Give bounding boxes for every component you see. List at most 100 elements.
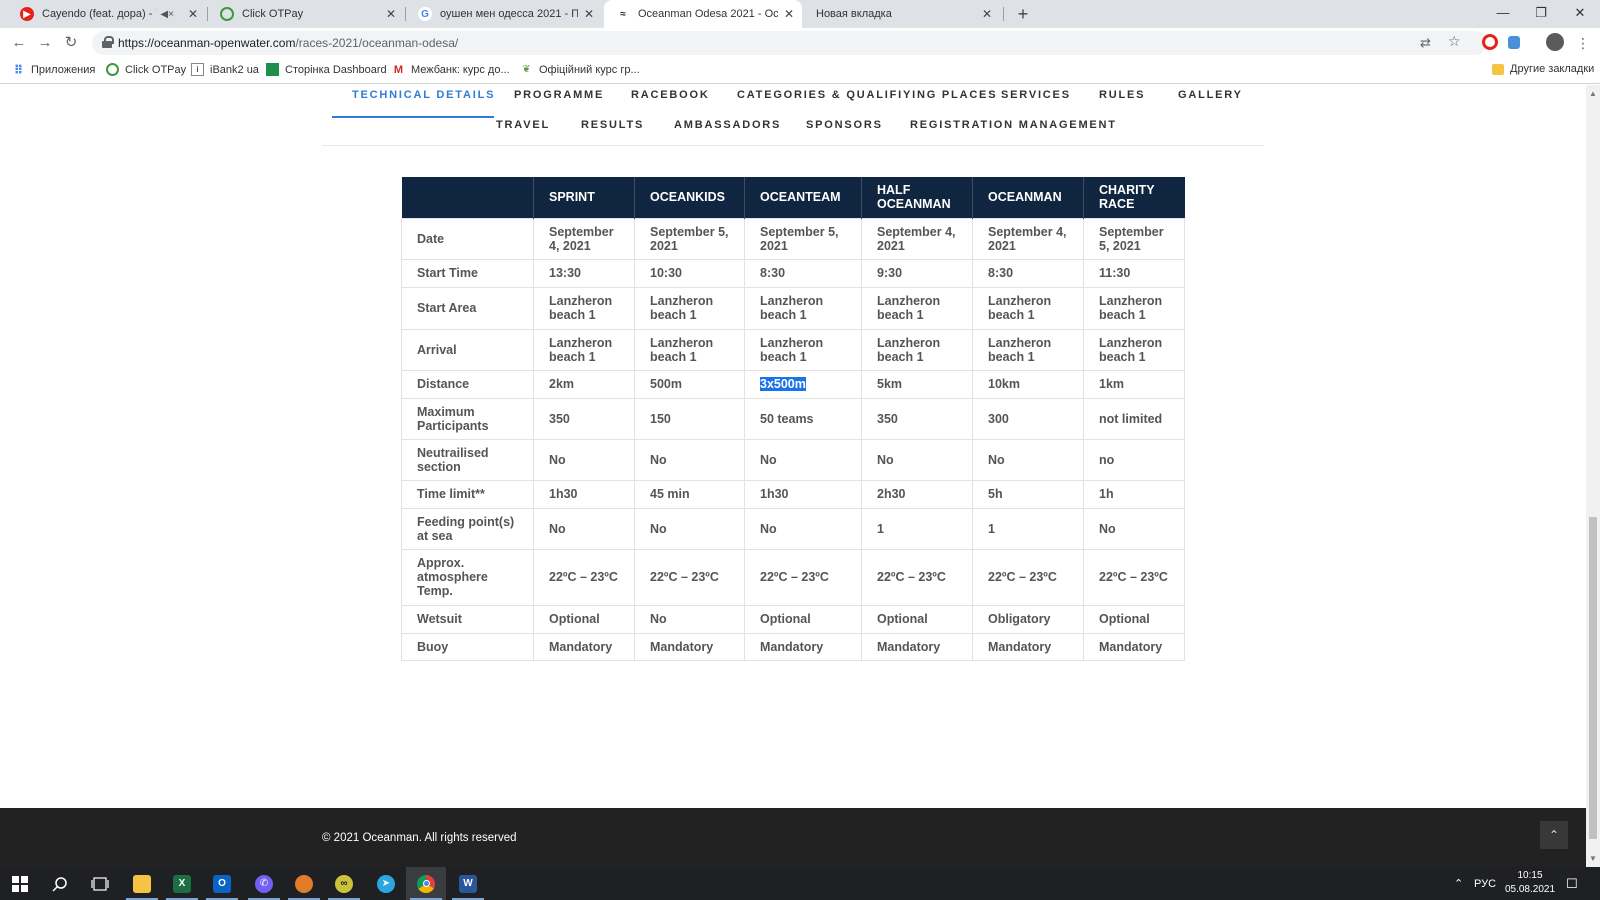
nav-racebook[interactable]: RACEBOOK xyxy=(631,89,710,101)
taskbar-chrome[interactable] xyxy=(406,867,446,900)
reload-icon[interactable]: ↻ xyxy=(60,33,82,53)
otpay-icon xyxy=(106,63,119,76)
word-icon: W xyxy=(459,874,477,893)
table-cell: Lanzheron beach 1 xyxy=(972,286,1084,330)
ibank-icon: i xyxy=(191,63,204,76)
browser-toolbar: ← → ↻ https://oceanman-openwater.com/rac… xyxy=(0,28,1600,58)
avatar[interactable] xyxy=(1546,33,1564,51)
row-label: Buoy xyxy=(401,632,534,661)
opera-extension-icon[interactable] xyxy=(1482,34,1498,50)
url-text[interactable]: https://oceanman-openwater.com/races-202… xyxy=(118,36,458,50)
table-cell: 3x500m xyxy=(744,369,862,399)
nav-categories[interactable]: CATEGORIES & QUALIFIYING PLACES xyxy=(737,89,997,101)
close-icon[interactable]: ✕ xyxy=(188,7,198,21)
bookmark-other-folder[interactable]: Другие закладки xyxy=(1492,63,1594,75)
nav-registration-management[interactable]: REGISTRATION MANAGEMENT xyxy=(910,119,1117,131)
page-scrollbar[interactable]: ▲ ▼ xyxy=(1586,85,1600,867)
bookmark-star-icon[interactable]: ☆ xyxy=(1448,33,1461,50)
taskbar-excel[interactable]: X xyxy=(162,867,202,900)
close-icon[interactable]: ✕ xyxy=(784,7,794,21)
menu-kebab-icon[interactable]: ⋮ xyxy=(1572,33,1594,53)
nav-technical-details[interactable]: TECHNICAL DETAILS xyxy=(352,89,495,101)
notification-icon[interactable]: ☐ xyxy=(1566,867,1578,900)
row-label: Distance xyxy=(401,369,534,399)
apps-grid-icon: ⠿ xyxy=(13,62,24,77)
chrome-icon xyxy=(417,874,435,893)
new-tab-button[interactable]: + xyxy=(1012,3,1034,25)
nav-sponsors[interactable]: SPONSORS xyxy=(806,119,883,131)
bookmark-mezhbank[interactable]: M Межбанк: курс до... xyxy=(392,63,510,76)
tab-oceanman-odesa[interactable]: ≈ Oceanman Odesa 2021 - Oceanman ✕ xyxy=(604,0,802,28)
nav-travel[interactable]: TRAVEL xyxy=(496,119,550,131)
table-cell: 2h30 xyxy=(861,479,973,509)
back-to-top-button[interactable]: ⌃ xyxy=(1540,821,1568,849)
bookmark-click-otpay[interactable]: Click OTPay xyxy=(106,63,186,76)
nav-results[interactable]: RESULTS xyxy=(581,119,644,131)
task-view-button[interactable] xyxy=(80,867,120,900)
nav-ambassadors[interactable]: AMBASSADORS xyxy=(674,119,781,131)
taskbar-app-5[interactable] xyxy=(284,867,324,900)
table-header-sprint: SPRINT xyxy=(533,177,635,218)
minimize-button[interactable]: — xyxy=(1484,0,1522,28)
translate-icon[interactable]: ⇄ xyxy=(1420,35,1431,51)
scrollbar-thumb[interactable] xyxy=(1589,517,1597,839)
nav-programme[interactable]: PROGRAMME xyxy=(514,89,604,101)
speaker-muted-icon[interactable]: ◀× xyxy=(160,9,174,20)
technical-details-table: SPRINT OCEANKIDS OCEANTEAM HALF OCEANMAN… xyxy=(401,177,1185,661)
table-body: Date September 4, 2021 September 5, 2021 Se… xyxy=(401,217,1185,661)
tab-youtube[interactable]: ▶ Cayendo (feat. дора) - YouTube ◀× ✕ xyxy=(8,0,206,28)
table-header-charity-race: CHARITY RACE xyxy=(1083,177,1185,218)
table-cell: Mandatory xyxy=(972,632,1084,661)
google-icon: G xyxy=(418,7,432,21)
nav-rules[interactable]: RULES xyxy=(1099,89,1145,101)
address-bar[interactable]: https://oceanman-openwater.com/races-202… xyxy=(92,31,1487,55)
lock-icon[interactable] xyxy=(102,36,114,48)
tab-title: оушен мен одесса 2021 - Пошук xyxy=(440,8,578,20)
search-button[interactable] xyxy=(40,867,80,900)
nav-services[interactable]: SERVICES xyxy=(1001,89,1071,101)
row-label: Time limit** xyxy=(401,479,534,509)
table-cell: September 5, 2021 xyxy=(744,217,862,260)
tray-chevron-up-icon[interactable]: ⌃ xyxy=(1454,867,1463,900)
bookmark-dashboard[interactable]: Сторінка Dashboard xyxy=(266,63,387,76)
taskbar-file-explorer[interactable] xyxy=(122,867,162,900)
language-indicator[interactable]: РУС xyxy=(1474,867,1496,900)
youtube-icon: ▶ xyxy=(20,7,34,21)
table-cell: No xyxy=(533,507,635,550)
table-cell: 50 teams xyxy=(744,397,862,440)
taskbar-word[interactable]: W xyxy=(448,867,488,900)
scroll-up-arrow-icon[interactable]: ▲ xyxy=(1589,89,1597,98)
window-close-button[interactable]: ✕ xyxy=(1561,0,1599,28)
close-icon[interactable]: ✕ xyxy=(982,7,992,21)
tab-google-search[interactable]: G оушен мен одесса 2021 - Пошук ✕ xyxy=(406,0,602,28)
back-arrow-icon[interactable]: ← xyxy=(8,33,30,53)
table-cell: Lanzheron beach 1 xyxy=(861,286,973,330)
row-label: Arrival xyxy=(401,328,534,371)
table-cell: Lanzheron beach 1 xyxy=(1083,286,1185,330)
bookmark-nbu-rate[interactable]: ❦ Офіційний курс гр... xyxy=(520,63,639,76)
tab-new-tab[interactable]: Новая вкладка ✕ xyxy=(804,0,1000,28)
system-clock[interactable]: 10:15 05.08.2021 xyxy=(1502,869,1558,897)
otpay-icon xyxy=(220,7,234,21)
table-cell: 5km xyxy=(861,369,973,399)
restore-button[interactable]: ❐ xyxy=(1522,0,1560,28)
taskbar-viber[interactable]: ✆ xyxy=(244,867,284,900)
tab-click-otpay[interactable]: Click OTPay ✕ xyxy=(208,0,404,28)
taskbar-telegram[interactable]: ➤ xyxy=(366,867,406,900)
taskbar-outlook[interactable]: O xyxy=(202,867,242,900)
table-cell: September 5, 2021 xyxy=(1083,217,1185,260)
start-button[interactable] xyxy=(0,867,40,900)
bookmark-apps[interactable]: ⠿ Приложения xyxy=(12,62,96,77)
scroll-down-arrow-icon[interactable]: ▼ xyxy=(1589,854,1597,863)
bookmark-ibank2[interactable]: i iBank2 ua xyxy=(191,63,259,76)
forward-arrow-icon[interactable]: → xyxy=(34,33,56,53)
chevron-up-icon: ⌃ xyxy=(1548,828,1560,842)
tab-title: Click OTPay xyxy=(242,8,304,20)
windows-logo-icon xyxy=(12,875,28,892)
nav-gallery[interactable]: GALLERY xyxy=(1178,89,1243,101)
taskbar-app-6[interactable]: ∞ xyxy=(324,867,364,900)
row-label: Approx. atmosphere Temp. xyxy=(401,548,534,606)
close-icon[interactable]: ✕ xyxy=(584,7,594,21)
close-icon[interactable]: ✕ xyxy=(386,7,396,21)
shield-extension-icon[interactable] xyxy=(1508,36,1520,49)
